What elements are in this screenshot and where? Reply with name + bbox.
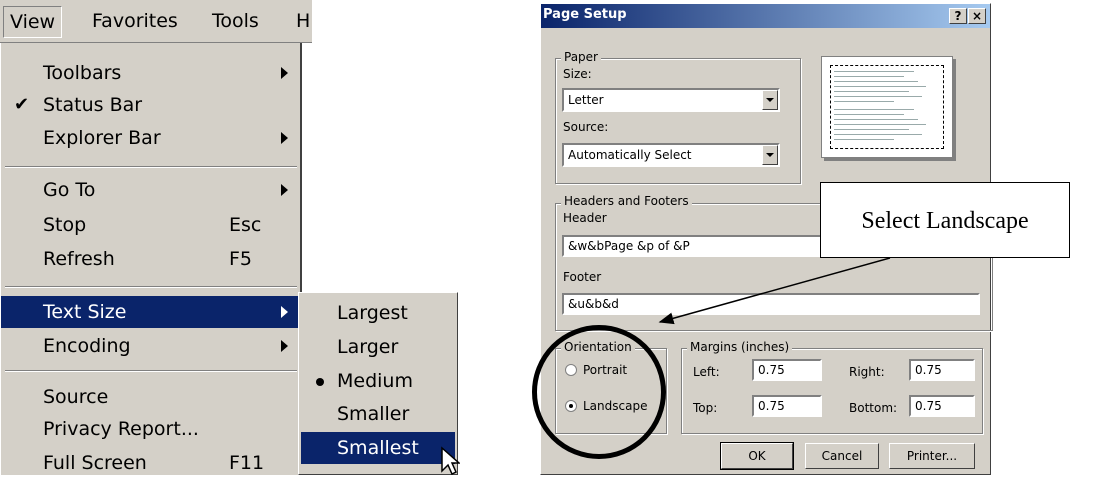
annotation-callout: Select Landscape <box>820 182 1070 258</box>
annotation-circle <box>532 325 666 459</box>
callout-arrow <box>658 257 891 325</box>
